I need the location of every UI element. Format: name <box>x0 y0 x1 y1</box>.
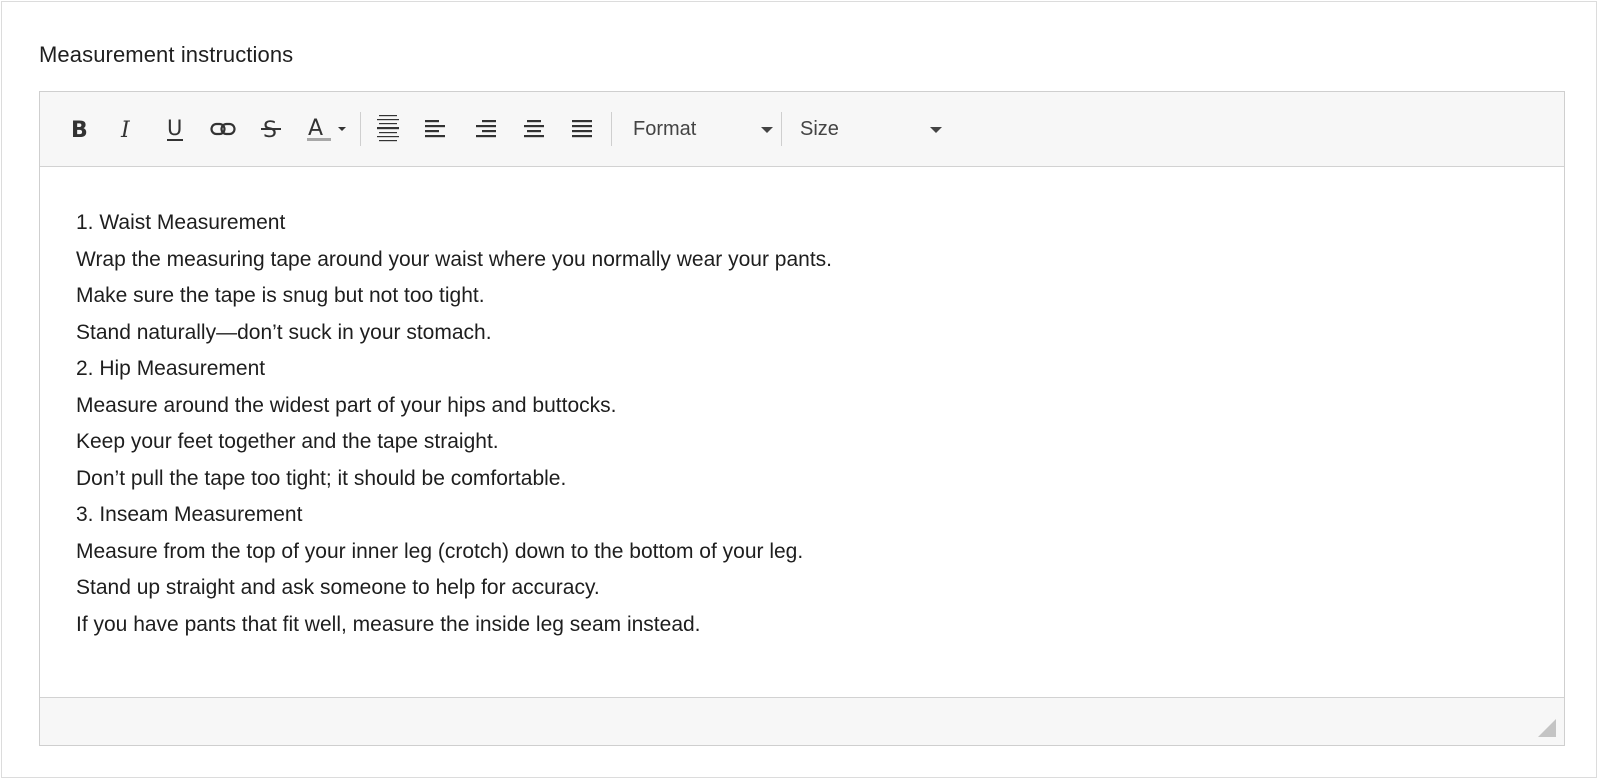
align-center-justify-button[interactable] <box>368 109 408 149</box>
field-label: Measurement instructions <box>39 42 294 67</box>
chevron-down-icon <box>930 127 942 133</box>
svg-text:A: A <box>308 116 323 141</box>
content-line: Wrap the measuring tape around your wais… <box>76 247 832 271</box>
bold-button[interactable]: B <box>59 109 99 149</box>
align-center-justify-icon <box>376 114 400 144</box>
italic-button[interactable]: I <box>107 109 147 149</box>
toolbar-separator <box>360 112 361 146</box>
align-center-button[interactable] <box>514 109 554 149</box>
size-select-label: Size <box>800 117 839 140</box>
size-select[interactable]: Size <box>800 109 942 149</box>
content-line: 1. Waist Measurement <box>76 211 286 234</box>
form-panel: Measurement instructions B I U S A Forma… <box>1 1 1597 778</box>
bold-icon: B <box>68 117 90 141</box>
editor-toolbar: B I U S A Format Size <box>40 92 1564 167</box>
italic-icon: I <box>116 117 138 141</box>
strikethrough-button[interactable]: S <box>251 109 291 149</box>
editor-statusbar <box>40 697 1564 745</box>
link-button[interactable] <box>203 109 243 149</box>
content-line: Measure around the widest part of your h… <box>76 393 617 417</box>
chevron-down-icon <box>761 127 773 133</box>
align-justify-icon <box>571 119 593 139</box>
content-line: If you have pants that fit well, measure… <box>76 612 701 636</box>
align-right-icon <box>474 119 496 139</box>
editor-content-area[interactable]: 1. Waist Measurement Wrap the measuring … <box>40 167 1564 687</box>
align-left-icon <box>425 119 447 139</box>
strikethrough-icon: S <box>260 117 282 141</box>
content-line: Make sure the tape is snug but not too t… <box>76 284 485 307</box>
content-line: 2. Hip Measurement <box>76 357 266 380</box>
toolbar-separator <box>781 112 782 146</box>
align-center-icon <box>523 119 545 139</box>
svg-text:U: U <box>167 116 182 140</box>
toolbar-separator <box>611 112 612 146</box>
resize-handle-icon[interactable] <box>1538 719 1556 737</box>
underline-button[interactable]: U <box>155 109 195 149</box>
format-select-label: Format <box>633 117 697 140</box>
format-select[interactable]: Format <box>633 109 773 149</box>
align-left-button[interactable] <box>416 109 456 149</box>
underline-icon: U <box>164 116 186 142</box>
align-justify-button[interactable] <box>562 109 602 149</box>
text-color-icon: A <box>304 115 348 143</box>
align-right-button[interactable] <box>465 109 505 149</box>
content-line: Stand up straight and ask someone to hel… <box>76 576 600 599</box>
svg-text:B: B <box>71 118 88 141</box>
svg-text:I: I <box>120 118 131 141</box>
content-line: Measure from the top of your inner leg (… <box>76 539 804 563</box>
text-color-button[interactable]: A <box>301 109 351 149</box>
link-icon <box>210 121 236 137</box>
content-line: Keep your feet together and the tape str… <box>76 430 499 453</box>
content-line: Stand naturally—don’t suck in your stoma… <box>76 320 492 344</box>
content-line: 3. Inseam Measurement <box>76 503 303 526</box>
content-line: Don’t pull the tape too tight; it should… <box>76 466 567 490</box>
rich-text-editor: B I U S A Format Size 1. Waist Measureme… <box>39 91 1565 746</box>
